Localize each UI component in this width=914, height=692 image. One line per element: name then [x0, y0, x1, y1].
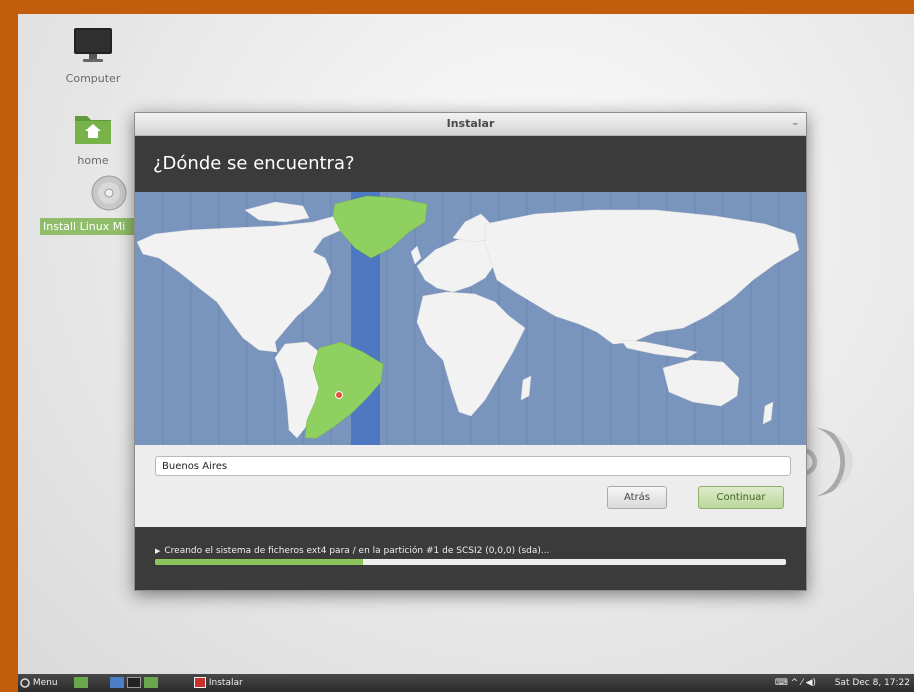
location-marker	[335, 391, 343, 399]
taskbar-window-label: Instalar	[208, 678, 243, 688]
show-desktop-launcher[interactable]	[74, 674, 88, 692]
install-progress-panel: ▶ Creando el sistema de ficheros ext4 par…	[135, 527, 806, 590]
taskbar: Menu Instalar ⌨ ^ ⁄ ◀) Sat Dec 8, 17:22	[18, 674, 914, 692]
browser-icon[interactable]	[110, 677, 124, 688]
back-button[interactable]: Atrás	[607, 486, 667, 509]
desktop-icon-label: Computer	[65, 72, 121, 85]
location-field[interactable]	[155, 456, 791, 476]
taskbar-window-instalar[interactable]: Instalar	[192, 674, 243, 692]
desktop-icon	[74, 677, 88, 688]
progress-bar	[155, 559, 786, 565]
progress-status[interactable]: ▶ Creando el sistema de ficheros ext4 par…	[155, 546, 550, 556]
window-title: Instalar	[446, 117, 495, 130]
expand-arrow-icon[interactable]: ▶	[155, 547, 160, 555]
installer-window: Instalar – ¿Dónde se encuentra? Buenos A…	[134, 112, 807, 591]
network-icon[interactable]: ⁄	[801, 678, 803, 688]
installer-app-icon	[194, 677, 206, 688]
clock-text: Sat Dec 8, 17:22	[834, 678, 910, 688]
menu-button[interactable]: Menu	[20, 674, 58, 692]
monitor-icon	[74, 28, 112, 62]
world-timezone-map[interactable]	[135, 192, 806, 445]
terminal-icon[interactable]	[126, 677, 141, 688]
chevron-up-icon[interactable]: ^	[791, 678, 799, 688]
progress-bar-fill	[155, 559, 364, 565]
window-titlebar[interactable]: Instalar –	[135, 113, 806, 136]
mint-logo-icon	[20, 677, 30, 688]
disc-icon	[91, 175, 127, 211]
menu-label: Menu	[32, 678, 58, 688]
desktop-icon-computer[interactable]: Computer	[48, 26, 138, 85]
desktop-icon-home[interactable]: home	[48, 110, 138, 167]
keyboard-icon[interactable]: ⌨	[775, 678, 788, 688]
quick-launchers	[110, 674, 158, 692]
minimize-button[interactable]: –	[793, 113, 799, 135]
clock[interactable]: Sat Dec 8, 17:22	[835, 674, 910, 692]
continue-button[interactable]: Continuar	[698, 486, 784, 509]
progress-status-text: Creando el sistema de ficheros ext4 para…	[164, 546, 550, 556]
home-folder-icon	[75, 116, 111, 144]
files-icon[interactable]	[143, 677, 158, 688]
desktop-icon-label: home	[77, 154, 109, 167]
system-tray: ⌨ ^ ⁄ ◀)	[775, 674, 816, 692]
desktop: Computer home Install Linux Mi Instalar …	[18, 14, 914, 692]
step-header: ¿Dónde se encuentra?	[135, 136, 806, 192]
volume-icon[interactable]: ◀)	[806, 678, 816, 688]
page-title: ¿Dónde se encuentra?	[153, 153, 355, 174]
